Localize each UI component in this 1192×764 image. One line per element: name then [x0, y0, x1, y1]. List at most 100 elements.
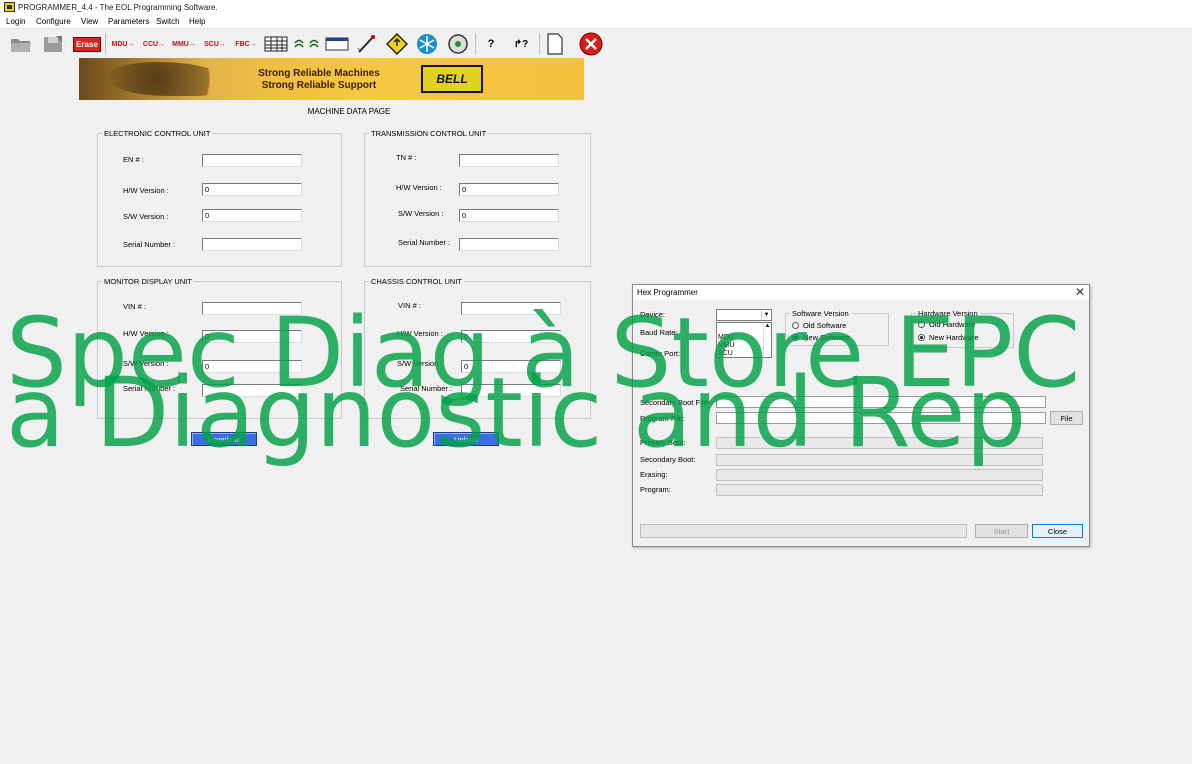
ecu-serial-label: Serial Number : — [123, 240, 176, 249]
ccu-vin-input[interactable] — [461, 302, 561, 315]
scu-arrow-icon[interactable]: SCU→ — [201, 33, 229, 55]
fbc-arrow-icon[interactable]: FBC→ — [232, 33, 260, 55]
tcu-group: TRANSMISSION CONTROL UNIT TN # : H/W Ver… — [364, 129, 591, 267]
device-select[interactable]: ▼ — [716, 309, 772, 321]
close-button[interactable]: Close — [1032, 524, 1083, 538]
tcu-sw-input[interactable] — [459, 209, 559, 222]
ccu-hw-input[interactable] — [461, 330, 561, 343]
tcu-hw-input[interactable] — [459, 183, 559, 196]
context-help-icon[interactable]: ↱? — [508, 33, 534, 55]
old-hardware-radio[interactable] — [918, 321, 925, 328]
close-red-icon[interactable] — [577, 32, 605, 56]
dropdown-scrollbar[interactable]: ▲ — [763, 323, 771, 357]
ecu-sw-input[interactable] — [202, 209, 302, 222]
ccu-sw-label: S/W Version : — [397, 359, 443, 368]
warning-diamond-icon[interactable] — [385, 33, 409, 55]
program-label: Program: — [640, 485, 671, 494]
document-icon[interactable] — [543, 33, 567, 55]
program-file-input[interactable] — [716, 412, 1046, 424]
ecu-en-input[interactable] — [202, 154, 302, 167]
mdu-hw-input[interactable] — [202, 330, 302, 343]
tcu-tn-input[interactable] — [459, 154, 559, 167]
signal-icon[interactable] — [292, 33, 306, 55]
new-software-radio[interactable] — [792, 334, 799, 341]
menu-login[interactable]: Login — [6, 17, 26, 26]
table-grid-icon[interactable] — [263, 33, 289, 55]
tcu-tn-label: TN # : — [396, 153, 417, 162]
file-button[interactable]: File — [1050, 411, 1083, 425]
bell-logo: BELL — [421, 65, 483, 93]
tcu-serial-label: Serial Number : — [398, 238, 451, 247]
hex-programmer-dialog: Hex Programmer ✕ Device: ▼ MDU MMU SCU ▲… — [632, 284, 1090, 547]
tcu-sw-label: S/W Version : — [398, 209, 444, 218]
program-file-label: Program File: — [640, 414, 686, 423]
mdu-hw-label: H/W Version : — [123, 329, 169, 338]
save-icon[interactable] — [40, 33, 66, 55]
open-folder-icon[interactable] — [8, 33, 34, 55]
help-icon[interactable]: ? — [480, 33, 502, 55]
mdu-group-title: MONITOR DISPLAY UNIT — [102, 277, 194, 286]
menu-help[interactable]: Help — [189, 17, 205, 26]
hardware-version-group: Hardware Version Old Hardware New Hardwa… — [911, 309, 1014, 348]
download-button[interactable]: Download — [191, 432, 257, 446]
primary-boot-label: Primary Boot: — [640, 438, 686, 447]
old-hardware-label: Old Hardware — [929, 320, 976, 329]
mdu-sw-input[interactable] — [202, 360, 302, 373]
device-option-mdu[interactable]: MDU — [718, 334, 734, 341]
old-software-label: Old Software — [803, 321, 847, 330]
ecu-group: ELECTRONIC CONTROL UNIT EN # : H/W Versi… — [97, 129, 342, 267]
ecu-sw-label: S/W Version : — [123, 212, 169, 221]
menu-configure[interactable]: Configure — [36, 17, 71, 26]
title-bar: PROGRAMMER_4.4 - The EOL Programming Sof… — [0, 0, 1192, 15]
new-hardware-radio[interactable] — [918, 334, 925, 341]
mdu-sw-label: S/W Version : — [123, 359, 169, 368]
primary-boot-bar — [716, 437, 1043, 449]
pen-icon[interactable] — [355, 33, 379, 55]
mmu-arrow-icon[interactable]: MMU→ — [169, 33, 199, 55]
tcu-hw-label: H/W Version : — [396, 183, 442, 192]
chevron-down-icon[interactable]: ▼ — [761, 310, 771, 320]
ccu-arrow-icon[interactable]: CCU→ — [140, 33, 168, 55]
page-heading: MACHINE DATA PAGE — [307, 107, 391, 116]
erase-button[interactable]: Erase — [72, 33, 102, 55]
start-button[interactable]: Start — [975, 524, 1028, 538]
ecu-hw-input[interactable] — [202, 183, 302, 196]
program-bar — [716, 484, 1043, 496]
disc-icon[interactable] — [446, 33, 470, 55]
ccu-vin-label: VIN # : — [398, 301, 421, 310]
close-icon[interactable]: ✕ — [1075, 285, 1085, 299]
mdu-group: MONITOR DISPLAY UNIT VIN # : H/W Version… — [97, 277, 342, 419]
old-software-radio[interactable] — [792, 322, 799, 329]
menu-view[interactable]: View — [81, 17, 98, 26]
ccu-hw-label: H/W Version : — [397, 329, 443, 338]
secondary-boot-bar — [716, 454, 1043, 466]
comm-port-label: Comm Port: — [640, 349, 681, 358]
mdu-serial-input[interactable] — [202, 384, 302, 397]
erase-icon: Erase — [73, 36, 101, 52]
ccu-serial-input[interactable] — [461, 384, 561, 397]
menu-bar: Login Configure View Parameters Switch H… — [0, 15, 1192, 29]
tcu-serial-input[interactable] — [459, 238, 559, 251]
mdu-vin-label: VIN # : — [123, 302, 146, 311]
mdu-vin-input[interactable] — [202, 302, 302, 315]
ecu-serial-input[interactable] — [202, 238, 302, 251]
tcu-group-title: TRANSMISSION CONTROL UNIT — [369, 129, 489, 138]
mdu-arrow-icon[interactable]: MDU→ — [109, 33, 137, 55]
secondary-boot-file-input[interactable] — [716, 396, 1046, 408]
window-icon[interactable] — [324, 33, 350, 55]
menu-parameters[interactable]: Parameters — [108, 17, 149, 26]
upload-button[interactable]: Upload — [433, 432, 499, 446]
ccu-serial-label: Serial Number : — [400, 384, 453, 393]
snowflake-icon[interactable] — [415, 33, 439, 55]
device-dropdown-list: MDU MMU SCU ▲ — [716, 322, 772, 358]
device-option-mmu[interactable]: MMU — [718, 342, 735, 349]
overall-progress-bar — [640, 524, 967, 538]
menu-switch[interactable]: Switch — [156, 17, 180, 26]
device-option-scu[interactable]: SCU — [718, 350, 733, 357]
dialog-title: Hex Programmer — [637, 288, 698, 297]
mdu-serial-label: Serial Number : — [123, 384, 176, 393]
new-hardware-label: New Hardware — [929, 333, 979, 342]
ecu-en-label: EN # : — [123, 155, 144, 164]
wave-icon[interactable] — [307, 33, 321, 55]
ccu-sw-input[interactable] — [461, 360, 561, 373]
